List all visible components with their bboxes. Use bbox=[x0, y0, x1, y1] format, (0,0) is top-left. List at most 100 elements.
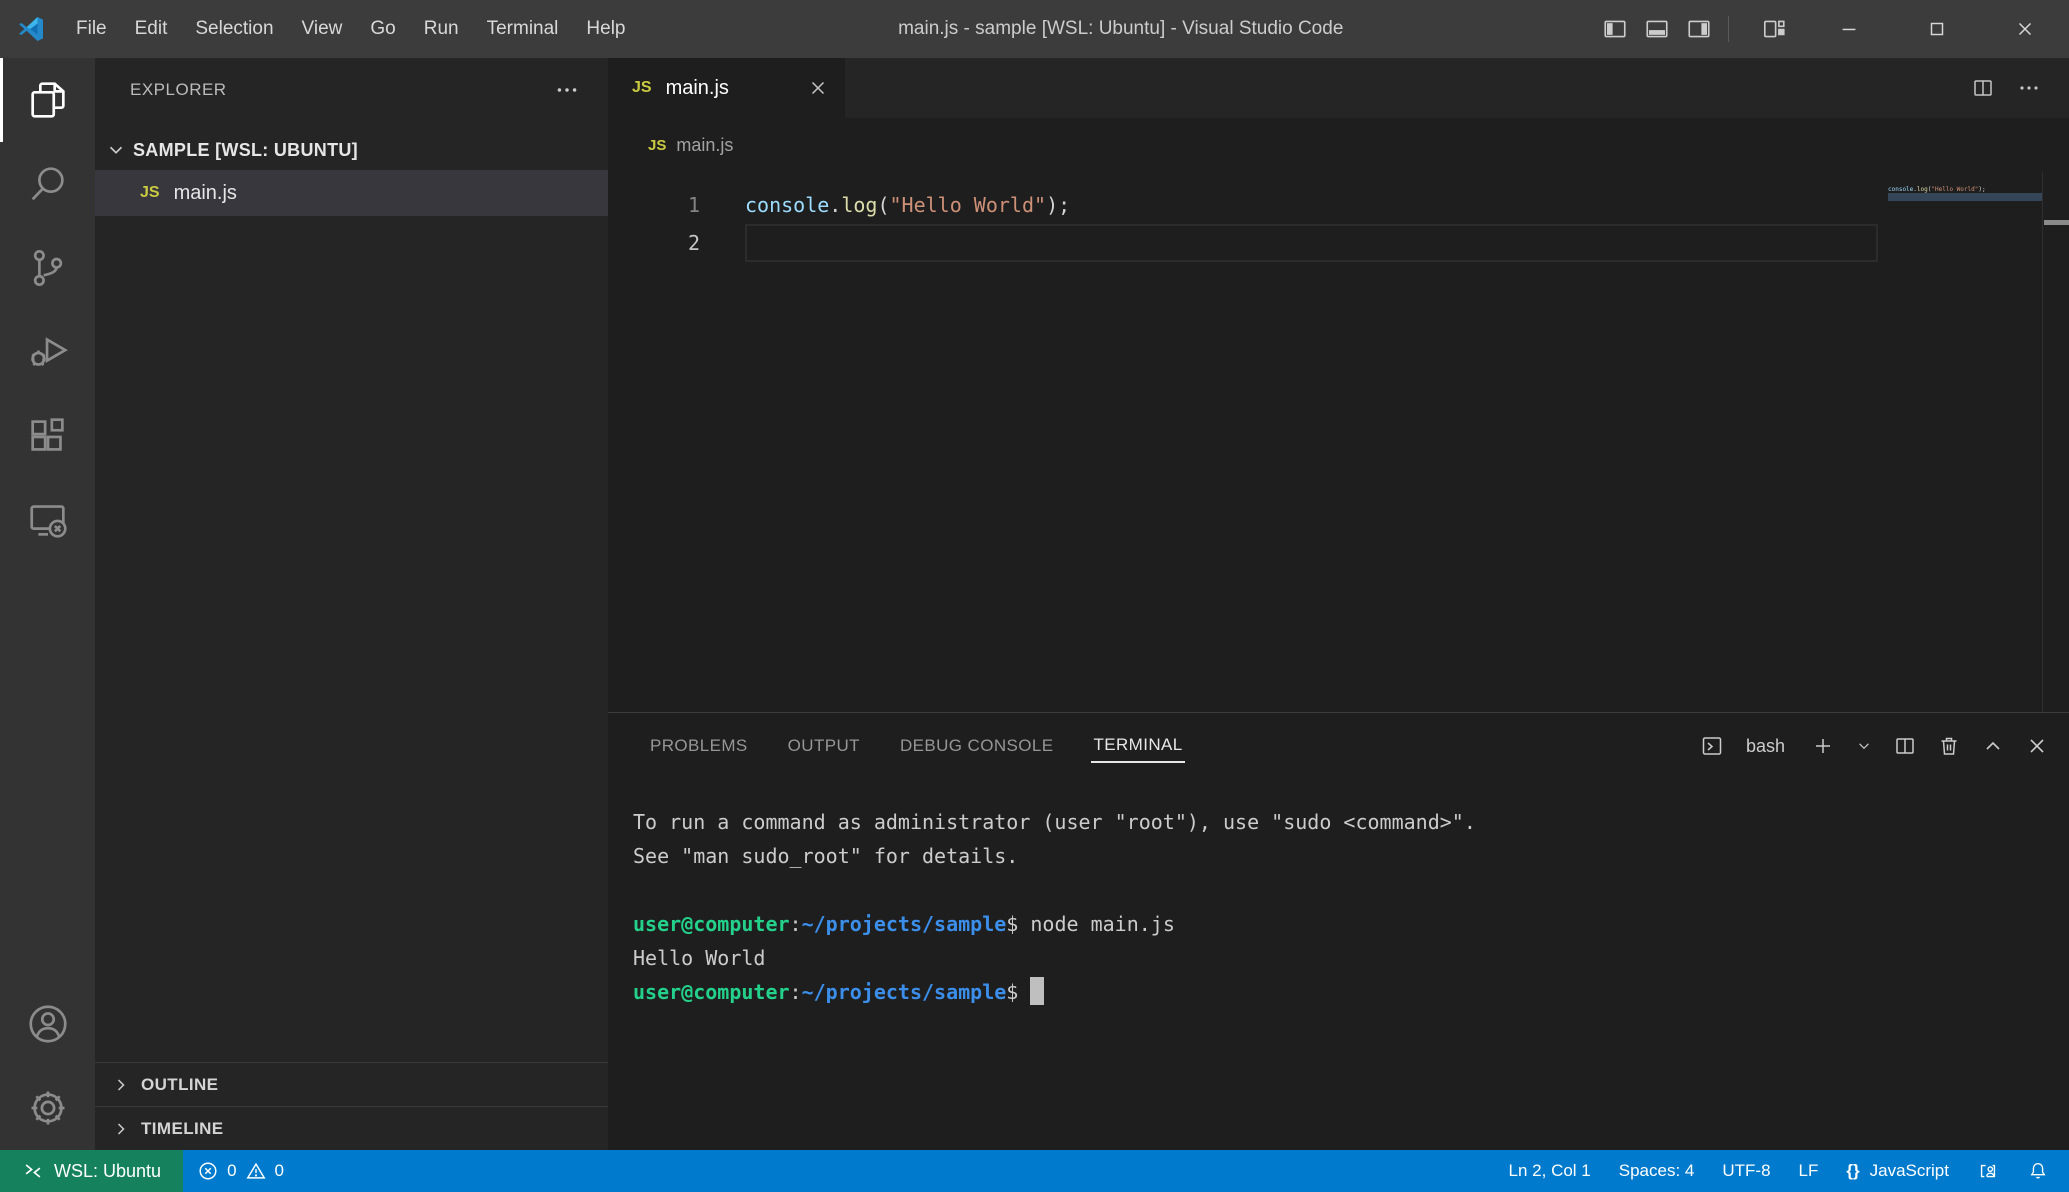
sidebar-empty-area bbox=[95, 216, 608, 1062]
explorer-more-actions-icon[interactable] bbox=[554, 77, 580, 103]
cursor-position-status[interactable]: Ln 2, Col 1 bbox=[1495, 1150, 1605, 1192]
more-actions-icon[interactable] bbox=[2017, 76, 2041, 100]
maximize-panel-icon[interactable] bbox=[1981, 734, 2005, 758]
tab-label: main.js bbox=[666, 77, 729, 100]
js-file-icon: JS bbox=[632, 79, 652, 97]
tab-problems[interactable]: PROBLEMS bbox=[648, 730, 750, 762]
status-bar: WSL: Ubuntu 0 0 Ln 2, Col 1 Spaces: 4 UT… bbox=[0, 1150, 2069, 1192]
overview-ruler bbox=[2042, 172, 2069, 712]
folder-section-label: SAMPLE [WSL: UBUNTU] bbox=[133, 140, 358, 161]
active-line-number: 2 bbox=[608, 231, 700, 255]
search-icon[interactable] bbox=[0, 142, 95, 226]
remote-label: WSL: Ubuntu bbox=[54, 1161, 161, 1182]
terminal-prompt-line: user@computer:~/projects/sample$ bbox=[633, 975, 2069, 1009]
code-line-1[interactable]: 1 console.log("Hello World"); bbox=[608, 186, 1888, 224]
menu-go[interactable]: Go bbox=[356, 10, 409, 48]
eol-status[interactable]: LF bbox=[1785, 1150, 1833, 1192]
js-file-icon: JS bbox=[648, 137, 666, 154]
terminal-blank-line bbox=[633, 873, 2069, 907]
remote-indicator[interactable]: WSL: Ubuntu bbox=[0, 1150, 183, 1192]
customize-layout-icon[interactable] bbox=[1761, 16, 1787, 42]
tab-debug-console[interactable]: DEBUG CONSOLE bbox=[898, 730, 1056, 762]
split-editor-icon[interactable] bbox=[1971, 76, 1995, 100]
explorer-icon[interactable] bbox=[0, 58, 95, 142]
vscode-logo-icon bbox=[16, 14, 46, 44]
source-control-icon[interactable] bbox=[0, 226, 95, 310]
close-tab-icon[interactable] bbox=[807, 77, 829, 99]
timeline-section-header[interactable]: TIMELINE bbox=[95, 1106, 608, 1150]
tab-bar: JS main.js bbox=[608, 58, 2069, 118]
feedback-status[interactable] bbox=[1963, 1150, 2013, 1192]
folder-section-header[interactable]: SAMPLE [WSL: UBUNTU] bbox=[95, 130, 608, 170]
activity-bar-spacer bbox=[0, 562, 95, 982]
launch-profile-chevron-icon[interactable] bbox=[1855, 737, 1873, 755]
toggle-sidebar-icon[interactable] bbox=[1602, 16, 1628, 42]
tab-mainjs[interactable]: JS main.js bbox=[608, 58, 845, 118]
split-terminal-icon[interactable] bbox=[1893, 734, 1917, 758]
sidebar-header: EXPLORER bbox=[95, 58, 608, 122]
close-window-button[interactable] bbox=[1981, 0, 2069, 58]
menu-terminal[interactable]: Terminal bbox=[473, 10, 573, 48]
terminal-output[interactable]: To run a command as administrator (user … bbox=[608, 779, 2069, 1150]
accounts-icon[interactable] bbox=[0, 982, 95, 1066]
menu-edit[interactable]: Edit bbox=[121, 10, 182, 48]
breadcrumb[interactable]: JS main.js bbox=[608, 118, 2069, 172]
current-line-highlight bbox=[745, 224, 1878, 262]
menu-help[interactable]: Help bbox=[572, 10, 639, 48]
file-item-label: main.js bbox=[174, 182, 237, 205]
code-editor[interactable]: 1 console.log("Hello World"); 2 console.… bbox=[608, 172, 2069, 712]
encoding-status[interactable]: UTF-8 bbox=[1708, 1150, 1784, 1192]
line-number: 1 bbox=[608, 193, 700, 217]
explorer-sidebar: EXPLORER SAMPLE [WSL: UBUNTU] JS main.js… bbox=[95, 58, 608, 1150]
errors-icon bbox=[197, 1160, 219, 1182]
notifications-status[interactable] bbox=[2013, 1150, 2069, 1192]
menu-bar: File Edit Selection View Go Run Terminal… bbox=[62, 10, 640, 48]
error-count: 0 bbox=[227, 1161, 236, 1181]
chevron-down-icon bbox=[105, 139, 127, 161]
code-line-2[interactable]: 2 bbox=[608, 224, 1888, 262]
toggle-secondary-sidebar-icon[interactable] bbox=[1686, 16, 1712, 42]
new-terminal-icon[interactable] bbox=[1811, 734, 1835, 758]
bottom-panel: PROBLEMS OUTPUT DEBUG CONSOLE TERMINAL b… bbox=[608, 712, 2069, 1150]
ruler-cursor-marker bbox=[2044, 220, 2069, 225]
close-panel-icon[interactable] bbox=[2025, 734, 2049, 758]
problems-status[interactable]: 0 0 bbox=[183, 1150, 298, 1192]
minimap[interactable]: console.log("Hello World"); bbox=[1888, 186, 2042, 712]
minimap-code-line: console.log("Hello World"); bbox=[1888, 186, 2042, 193]
menu-run[interactable]: Run bbox=[410, 10, 473, 48]
panel-tabs: PROBLEMS OUTPUT DEBUG CONSOLE TERMINAL bbox=[648, 729, 1700, 763]
tab-output[interactable]: OUTPUT bbox=[786, 730, 862, 762]
menu-file[interactable]: File bbox=[62, 10, 121, 48]
title-bar-separator bbox=[1728, 16, 1729, 42]
sidebar-title: EXPLORER bbox=[130, 80, 554, 100]
chevron-right-icon bbox=[111, 1075, 131, 1095]
minimize-button[interactable] bbox=[1805, 0, 1893, 58]
shell-name-label[interactable]: bash bbox=[1746, 736, 1785, 757]
warning-count: 0 bbox=[275, 1161, 284, 1181]
run-and-debug-icon[interactable] bbox=[0, 310, 95, 394]
file-item-mainjs[interactable]: JS main.js bbox=[95, 170, 608, 216]
warnings-icon bbox=[245, 1160, 267, 1182]
terminal-prompt-line: user@computer:~/projects/sample$ node ma… bbox=[633, 907, 2069, 941]
minimap-slider[interactable] bbox=[1888, 193, 2042, 201]
window-title: main.js - sample [WSL: Ubuntu] - Visual … bbox=[640, 18, 1603, 40]
activity-bar bbox=[0, 58, 95, 1150]
menu-view[interactable]: View bbox=[288, 10, 357, 48]
kill-terminal-trash-icon[interactable] bbox=[1937, 734, 1961, 758]
maximize-button[interactable] bbox=[1893, 0, 1981, 58]
outline-section-header[interactable]: OUTLINE bbox=[95, 1062, 608, 1106]
extensions-icon[interactable] bbox=[0, 394, 95, 478]
menu-selection[interactable]: Selection bbox=[181, 10, 287, 48]
title-bar: File Edit Selection View Go Run Terminal… bbox=[0, 0, 2069, 58]
toggle-panel-icon[interactable] bbox=[1644, 16, 1670, 42]
js-file-icon: JS bbox=[140, 184, 160, 202]
tab-terminal[interactable]: TERMINAL bbox=[1091, 729, 1184, 763]
terminal-line: See "man sudo_root" for details. bbox=[633, 839, 2069, 873]
editor-actions bbox=[1971, 58, 2069, 118]
terminal-line: Hello World bbox=[633, 941, 2069, 975]
indentation-status[interactable]: Spaces: 4 bbox=[1605, 1150, 1709, 1192]
settings-gear-icon[interactable] bbox=[0, 1066, 95, 1150]
breadcrumb-file-label: main.js bbox=[676, 135, 733, 156]
remote-explorer-icon[interactable] bbox=[0, 478, 95, 562]
language-status[interactable]: {} JavaScript bbox=[1832, 1150, 1963, 1192]
